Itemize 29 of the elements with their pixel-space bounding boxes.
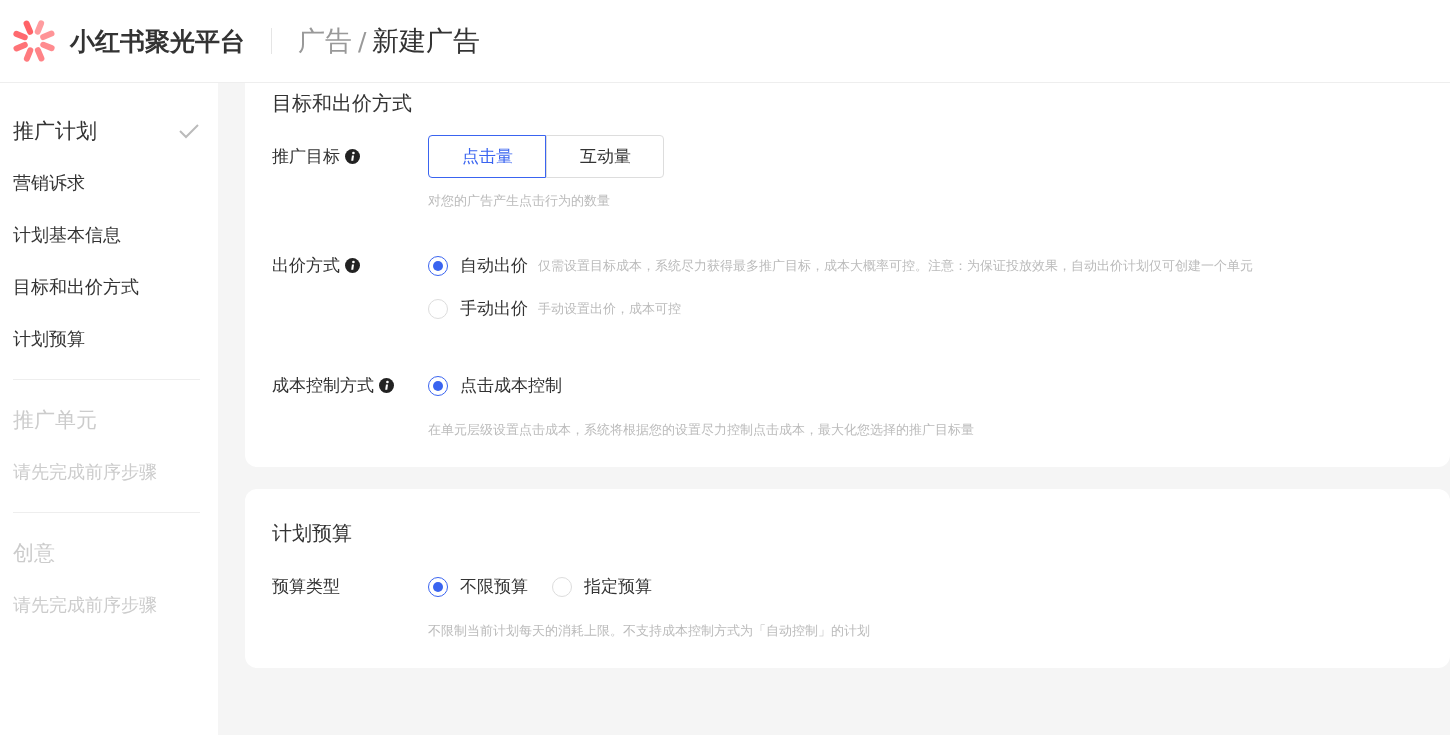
radio-label[interactable]: 点击成本控制	[460, 374, 562, 397]
option-description: 手动设置出价，成本可控	[538, 299, 681, 318]
logo-icon	[10, 19, 58, 63]
segment-button[interactable]: 互动量	[546, 135, 664, 178]
field-hint: 对您的广告产生点击行为的数量	[428, 192, 611, 210]
field-label: 成本控制方式	[272, 374, 374, 397]
card-title: 目标和出价方式	[272, 90, 413, 117]
sidebar-item[interactable]: 计划预算	[13, 313, 200, 365]
radio-label[interactable]: 自动出价	[460, 254, 528, 277]
segment-button[interactable]: 点击量	[428, 135, 546, 178]
sidebar-item[interactable]: 营销诉求	[13, 157, 200, 209]
radio-label[interactable]: 不限预算	[460, 575, 528, 598]
brand-name: 小红书聚光平台	[70, 25, 245, 58]
field-hint: 在单元层级设置点击成本，系统将根据您的设置尽力控制点击成本，最大化您选择的推广目标量	[428, 421, 974, 439]
sidebar-item[interactable]: 目标和出价方式	[13, 261, 200, 313]
breadcrumb-separator: /	[358, 26, 367, 56]
radio-label[interactable]: 指定预算	[584, 575, 652, 598]
radio-button[interactable]	[428, 255, 448, 276]
radio-button[interactable]	[428, 375, 448, 396]
field-hint: 不限制当前计划每天的消耗上限。不支持成本控制方式为「自动控制」的计划	[428, 622, 870, 640]
card-title: 计划预算	[272, 520, 353, 547]
sidebar-item[interactable]: 计划基本信息	[13, 209, 200, 261]
breadcrumb-item: 新建广告	[372, 24, 481, 58]
radio-label[interactable]: 手动出价	[460, 297, 528, 320]
field-label: 预算类型	[272, 575, 340, 598]
field-label: 推广目标	[272, 145, 340, 168]
radio-button[interactable]	[428, 576, 448, 597]
step-title[interactable]: 推广计划	[13, 117, 97, 145]
field-label: 出价方式	[272, 254, 340, 277]
